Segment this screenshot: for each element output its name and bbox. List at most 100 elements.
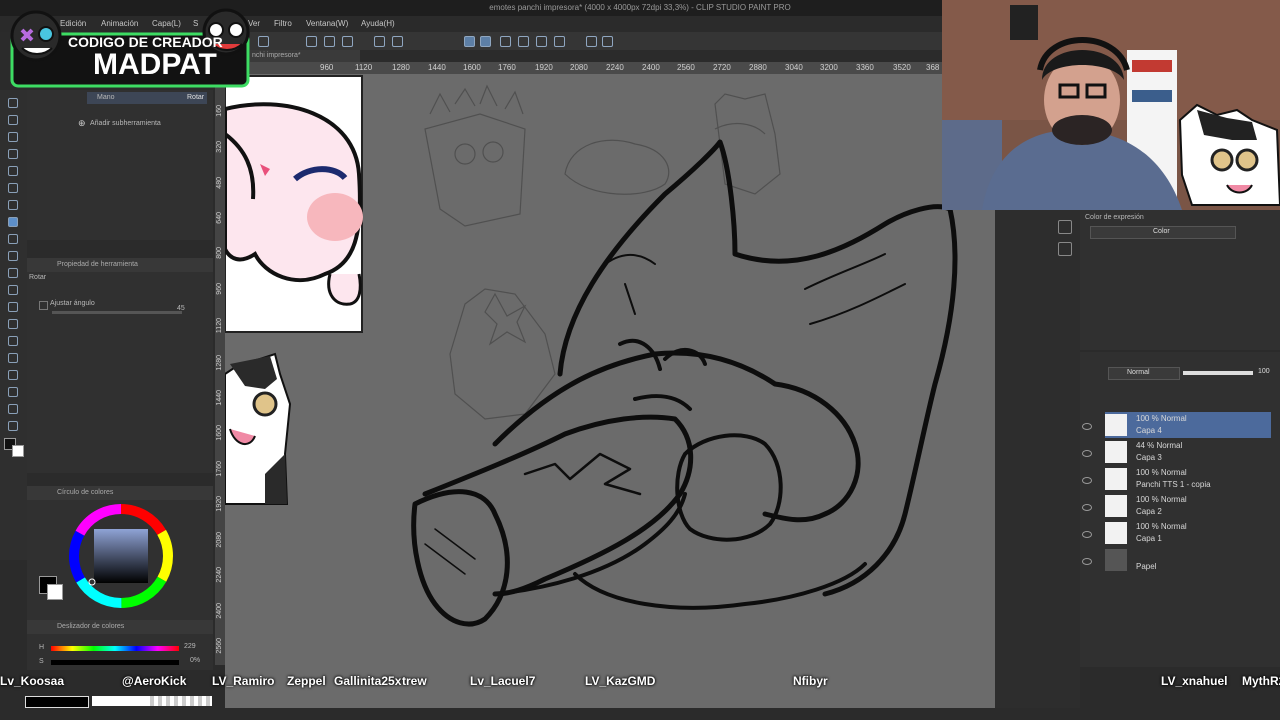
- layer-row[interactable]: 100 % Normal Panchi TTS 1 - copia: [1105, 466, 1273, 492]
- balloon-tool-icon[interactable]: [8, 404, 18, 414]
- adjust-angle-label: Ajustar ángulo: [50, 300, 95, 307]
- layer-row[interactable]: Papel: [1105, 547, 1273, 573]
- fill-tool-icon[interactable]: [8, 302, 18, 312]
- sub-color-swatch[interactable]: [12, 445, 24, 457]
- text-tool-icon[interactable]: [8, 387, 18, 397]
- canvas-tab[interactable]: nchi impresora*: [250, 50, 360, 62]
- layer-row[interactable]: 44 % Normal Capa 3: [1105, 439, 1273, 465]
- pen-tool-icon[interactable]: [8, 183, 18, 193]
- ruler-tick: 2560: [677, 63, 695, 72]
- vruler-tick: 320: [216, 141, 223, 153]
- clear-icon[interactable]: [342, 36, 353, 47]
- hue-slider[interactable]: [51, 646, 179, 651]
- navigator-icon[interactable]: [1058, 220, 1072, 234]
- save-icon[interactable]: [258, 36, 269, 47]
- decoration-tool-icon[interactable]: [8, 251, 18, 261]
- window-title: emotes panchi impresora* (4000 x 4000px …: [489, 3, 791, 12]
- vruler-tick: 160: [216, 105, 223, 117]
- layer-ref-icon[interactable]: [586, 36, 597, 47]
- brush-tool-icon[interactable]: [8, 217, 18, 227]
- visibility-eye-icon[interactable]: [1082, 504, 1092, 511]
- layer-thumbnail: [1105, 441, 1127, 463]
- layer-row[interactable]: 100 % Normal Capa 4: [1105, 412, 1273, 438]
- color-wheel[interactable]: [65, 500, 177, 612]
- s-label: S: [39, 658, 44, 665]
- transform-icon[interactable]: [374, 36, 385, 47]
- layer-mode: 100 % Normal: [1136, 522, 1187, 531]
- gradient-tool-icon[interactable]: [8, 319, 18, 329]
- frame-tool-icon[interactable]: [8, 353, 18, 363]
- grid-icon[interactable]: [536, 36, 547, 47]
- visibility-eye-icon[interactable]: [1082, 477, 1092, 484]
- layer-thumbnail: [1105, 414, 1127, 436]
- redo-icon[interactable]: [324, 36, 335, 47]
- color-slider-header: Deslizador de colores: [27, 620, 213, 634]
- undo-icon[interactable]: [306, 36, 317, 47]
- blend-mode-value: Normal: [1127, 369, 1150, 376]
- ruler-tick: 2080: [570, 63, 588, 72]
- subtool-tab-rotar[interactable]: Rotar: [187, 94, 204, 101]
- angle-slider[interactable]: [52, 311, 182, 314]
- h-value: 229: [184, 643, 196, 650]
- layer-thumbnail: [1105, 495, 1127, 517]
- wand-tool-icon[interactable]: [8, 149, 18, 159]
- ruler-tick: 3200: [820, 63, 838, 72]
- blend-mode-select[interactable]: Normal: [1108, 367, 1180, 380]
- add-icon[interactable]: ⊕: [78, 118, 86, 129]
- vruler-tick: 2080: [216, 532, 223, 548]
- lasso-tool-icon[interactable]: [8, 132, 18, 142]
- angle-value[interactable]: 45: [177, 305, 185, 312]
- ruler-snap-icon[interactable]: [464, 36, 475, 47]
- ruler-tick: 3360: [856, 63, 874, 72]
- creator-code-overlay: CODIGO DE CREADOR MADPAT: [8, 6, 250, 90]
- add-subtool-button[interactable]: Añadir subherramienta: [90, 120, 161, 127]
- sub-color-box[interactable]: [47, 584, 63, 600]
- subtool-tab-mano[interactable]: Mano: [97, 94, 115, 101]
- visibility-eye-icon[interactable]: [1082, 450, 1092, 457]
- viewer-name: Lv_Lacuel7: [470, 674, 536, 688]
- move-tool-icon[interactable]: [8, 115, 18, 125]
- layer-row[interactable]: 100 % Normal Capa 2: [1105, 493, 1273, 519]
- crop-icon[interactable]: [392, 36, 403, 47]
- opacity-slider[interactable]: [1183, 371, 1253, 375]
- layer-row[interactable]: 100 % Normal Capa 1: [1105, 520, 1273, 546]
- ruler-tool-icon[interactable]: [8, 370, 18, 380]
- ruler-tick: 3520: [893, 63, 911, 72]
- blend-tool-icon[interactable]: [8, 285, 18, 295]
- pen-snap-icon[interactable]: [500, 36, 511, 47]
- drawing-canvas[interactable]: [223, 74, 995, 708]
- eyedropper-tool-icon[interactable]: [8, 166, 18, 176]
- special-ruler-snap-icon[interactable]: [480, 36, 491, 47]
- visibility-eye-icon[interactable]: [1082, 423, 1092, 430]
- layer-new-icon[interactable]: [602, 36, 613, 47]
- adjust-angle-checkbox[interactable]: [39, 301, 48, 310]
- layer-mode: 100 % Normal: [1136, 414, 1187, 423]
- layer-name: Papel: [1136, 562, 1157, 571]
- lasso-icon[interactable]: [518, 36, 529, 47]
- fill-icon[interactable]: [554, 36, 565, 47]
- s-value: 0%: [190, 657, 201, 664]
- vruler-tick: 1280: [216, 355, 223, 371]
- sub-view-icon[interactable]: [1058, 242, 1072, 256]
- airbrush-tool-icon[interactable]: [8, 234, 18, 244]
- vruler-tick: 800: [216, 247, 223, 259]
- horizontal-ruler: 960 1120 1280 1440 1600 1760 1920 2080 2…: [250, 62, 942, 74]
- menu-filtro[interactable]: Filtro: [274, 19, 292, 28]
- eraser-tool-icon[interactable]: [8, 268, 18, 278]
- menu-ayuda[interactable]: Ayuda(H): [361, 19, 395, 28]
- zoom-tool-icon[interactable]: [8, 98, 18, 108]
- layer-name: Panchi TTS 1 - copia: [1136, 480, 1211, 489]
- opacity-value[interactable]: 100: [1258, 368, 1270, 375]
- vruler-tick: 1600: [216, 425, 223, 441]
- menu-ventana[interactable]: Ventana(W): [306, 19, 348, 28]
- vruler-tick: 1920: [216, 496, 223, 512]
- visibility-eye-icon[interactable]: [1082, 531, 1092, 538]
- figure-tool-icon[interactable]: [8, 336, 18, 346]
- saturation-slider[interactable]: [51, 660, 179, 665]
- correct-line-tool-icon[interactable]: [8, 421, 18, 431]
- pencil-tool-icon[interactable]: [8, 200, 18, 210]
- expression-color-select[interactable]: Color: [1090, 226, 1236, 239]
- visibility-eye-icon[interactable]: [1082, 558, 1092, 565]
- canvas-area[interactable]: [223, 74, 995, 708]
- layer-name: Capa 4: [1136, 426, 1162, 435]
